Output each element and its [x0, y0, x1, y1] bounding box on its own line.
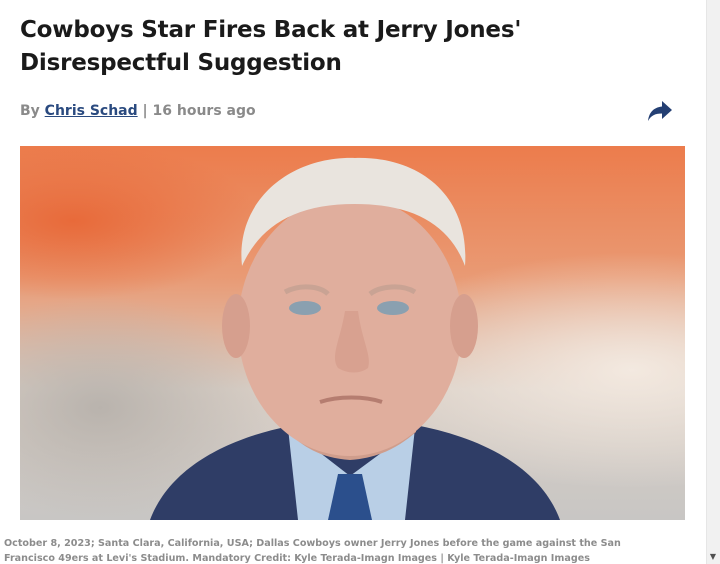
article-timestamp: 16 hours ago [152, 103, 256, 119]
share-arrow-icon [648, 101, 672, 121]
article-headline: Cowboys Star Fires Back at Jerry Jones' … [20, 17, 522, 76]
article-page: Cowboys Star Fires Back at Jerry Jones' … [0, 0, 720, 564]
image-caption: October 8, 2023; Santa Clara, California… [4, 538, 621, 564]
article-content: Cowboys Star Fires Back at Jerry Jones' … [20, 0, 685, 520]
byline: By Chris Schad | 16 hours ago [20, 100, 685, 122]
share-button[interactable] [647, 100, 675, 124]
chevron-down-icon[interactable]: ▼ [709, 553, 717, 561]
byline-row: By Chris Schad | 16 hours ago [20, 100, 685, 124]
byline-prefix: By [20, 103, 40, 119]
scrollbar[interactable]: ▼ [706, 0, 720, 564]
byline-separator: | [142, 103, 148, 119]
author-link[interactable]: Chris Schad [45, 103, 138, 119]
portrait-photo [150, 157, 560, 520]
hero-image [20, 146, 685, 520]
